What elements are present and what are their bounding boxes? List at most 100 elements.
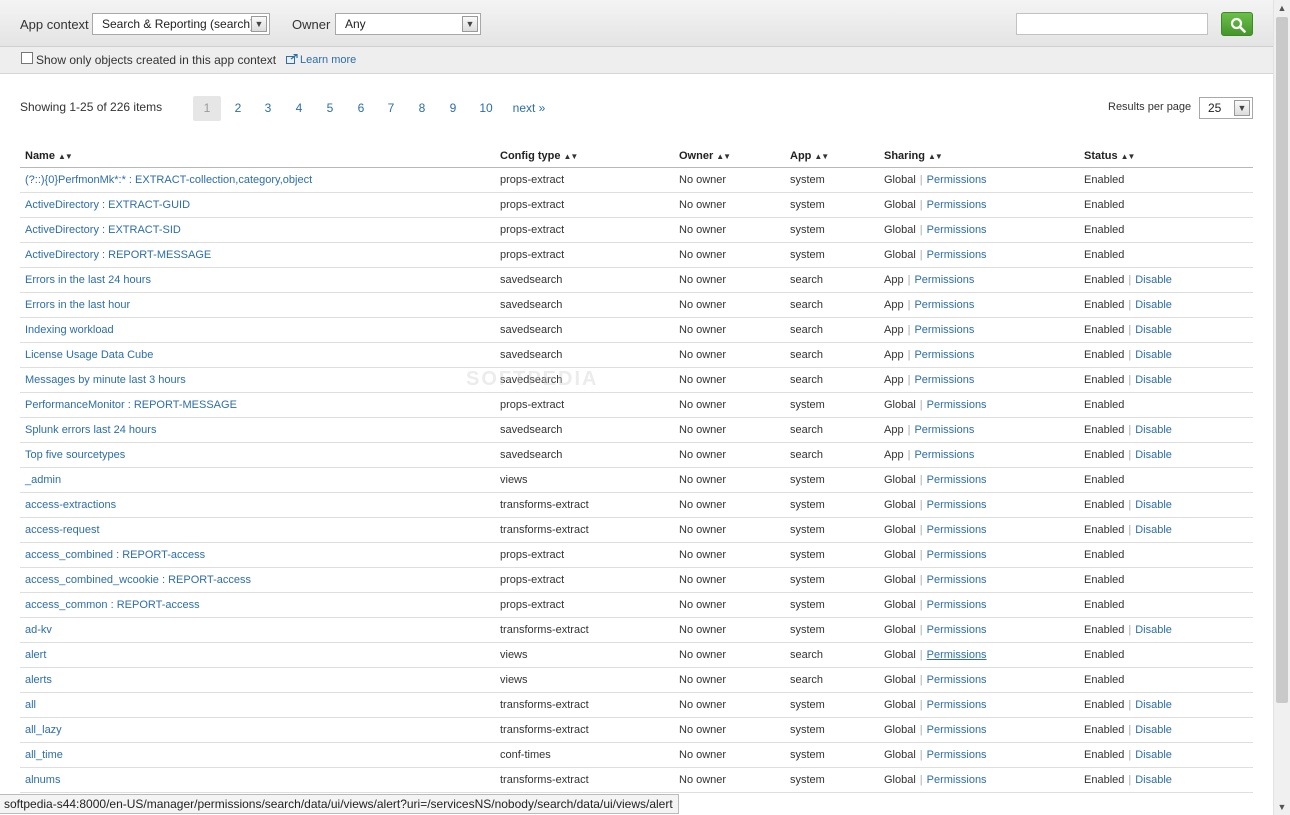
page-9[interactable]: 9 (443, 96, 463, 121)
disable-link[interactable]: Disable (1135, 374, 1172, 386)
permissions-link[interactable]: Permissions (914, 374, 974, 386)
object-name-link[interactable]: access-request (25, 524, 100, 536)
disable-link[interactable]: Disable (1135, 774, 1172, 786)
page-3[interactable]: 3 (258, 96, 278, 121)
disable-link[interactable]: Disable (1135, 749, 1172, 761)
object-name-link[interactable]: alnums (25, 774, 60, 786)
object-name-link[interactable]: ActiveDirectory : EXTRACT-SID (25, 224, 181, 236)
object-name-link[interactable]: (?::){0}PerfmonMk*:* : EXTRACT-collectio… (25, 174, 312, 186)
object-name-link[interactable]: Errors in the last 24 hours (25, 274, 151, 286)
page-6[interactable]: 6 (351, 96, 371, 121)
permissions-link[interactable]: Permissions (927, 699, 987, 711)
permissions-link[interactable]: Permissions (927, 649, 987, 661)
search-input[interactable] (1016, 13, 1208, 35)
page-8[interactable]: 8 (412, 96, 432, 121)
disable-link[interactable]: Disable (1135, 699, 1172, 711)
object-name-link[interactable]: Top five sourcetypes (25, 449, 125, 461)
object-name-link[interactable]: all_time (25, 749, 63, 761)
permissions-link[interactable]: Permissions (927, 624, 987, 636)
object-name-link[interactable]: access_combined : REPORT-access (25, 549, 205, 561)
app-context-select[interactable]: Search & Reporting (search) ▼ (92, 13, 270, 35)
permissions-link[interactable]: Permissions (927, 174, 987, 186)
object-name-link[interactable]: Messages by minute last 3 hours (25, 374, 186, 386)
object-name-link[interactable]: access-extractions (25, 499, 116, 511)
permissions-link[interactable]: Permissions (914, 274, 974, 286)
scroll-up-arrow-icon[interactable]: ▲ (1274, 0, 1290, 16)
disable-link[interactable]: Disable (1135, 449, 1172, 461)
permissions-link[interactable]: Permissions (927, 749, 987, 761)
disable-link[interactable]: Disable (1135, 349, 1172, 361)
object-name-link[interactable]: Splunk errors last 24 hours (25, 424, 156, 436)
status-cell: Enabled | Disable (1079, 442, 1253, 468)
permissions-link[interactable]: Permissions (914, 349, 974, 361)
permissions-link[interactable]: Permissions (914, 324, 974, 336)
separator: | (907, 298, 911, 311)
permissions-link[interactable]: Permissions (927, 224, 987, 236)
page-10[interactable]: 10 (474, 96, 498, 121)
results-per-page-select[interactable]: 25 ▼ (1199, 97, 1253, 119)
permissions-link[interactable]: Permissions (914, 299, 974, 311)
object-name-link[interactable]: ActiveDirectory : REPORT-MESSAGE (25, 249, 211, 261)
sharing-value: App (884, 323, 904, 336)
search-button[interactable] (1221, 12, 1253, 36)
object-name-link[interactable]: Errors in the last hour (25, 299, 130, 311)
permissions-link[interactable]: Permissions (927, 574, 987, 586)
page-4[interactable]: 4 (289, 96, 309, 121)
disable-link[interactable]: Disable (1135, 324, 1172, 336)
sort-arrows-icon: ▲▼ (927, 152, 943, 162)
object-name-link[interactable]: all_lazy (25, 724, 62, 736)
permissions-link[interactable]: Permissions (914, 424, 974, 436)
permissions-link[interactable]: Permissions (927, 199, 987, 211)
permissions-link[interactable]: Permissions (927, 599, 987, 611)
object-name-link[interactable]: alert (25, 649, 46, 661)
object-name-link[interactable]: ActiveDirectory : EXTRACT-GUID (25, 199, 190, 211)
disable-link[interactable]: Disable (1135, 299, 1172, 311)
column-header-config-type[interactable]: Config type ▲▼ (495, 146, 674, 168)
next-page-link[interactable]: next » (508, 96, 550, 121)
disable-link[interactable]: Disable (1135, 274, 1172, 286)
permissions-link[interactable]: Permissions (927, 549, 987, 561)
disable-link[interactable]: Disable (1135, 624, 1172, 636)
permissions-link[interactable]: Permissions (927, 774, 987, 786)
sharing-cell: App | Permissions (879, 367, 1079, 393)
object-name-link[interactable]: access_combined_wcookie : REPORT-access (25, 574, 251, 586)
permissions-link[interactable]: Permissions (927, 249, 987, 261)
object-name-link[interactable]: License Usage Data Cube (25, 349, 153, 361)
scroll-down-arrow-icon[interactable]: ▼ (1274, 799, 1290, 815)
disable-link[interactable]: Disable (1135, 524, 1172, 536)
permissions-link[interactable]: Permissions (927, 399, 987, 411)
owner-select[interactable]: Any ▼ (335, 13, 481, 35)
disable-link[interactable]: Disable (1135, 424, 1172, 436)
permissions-link[interactable]: Permissions (927, 499, 987, 511)
separator: | (1128, 623, 1132, 636)
learn-more-link[interactable]: Learn more (286, 54, 356, 66)
disable-link[interactable]: Disable (1135, 499, 1172, 511)
column-header-owner[interactable]: Owner ▲▼ (674, 146, 785, 168)
column-header-status[interactable]: Status ▲▼ (1079, 146, 1253, 168)
page-2[interactable]: 2 (228, 96, 248, 121)
app-cell: search (785, 667, 879, 693)
object-name-link[interactable]: all (25, 699, 36, 711)
column-header-name[interactable]: Name ▲▼ (20, 146, 495, 168)
page-7[interactable]: 7 (381, 96, 401, 121)
permissions-link[interactable]: Permissions (927, 724, 987, 736)
app-context-only-checkbox[interactable] (21, 52, 33, 64)
object-name-link[interactable]: access_common : REPORT-access (25, 599, 200, 611)
object-name-link[interactable]: alerts (25, 674, 52, 686)
name-cell: all (20, 692, 495, 718)
object-name-link[interactable]: Indexing workload (25, 324, 114, 336)
permissions-link[interactable]: Permissions (927, 524, 987, 536)
object-name-link[interactable]: _admin (25, 474, 61, 486)
permissions-link[interactable]: Permissions (927, 474, 987, 486)
vertical-scrollbar[interactable]: ▲ ▼ (1273, 0, 1290, 815)
permissions-link[interactable]: Permissions (927, 674, 987, 686)
permissions-link[interactable]: Permissions (914, 449, 974, 461)
column-header-app[interactable]: App ▲▼ (785, 146, 879, 168)
object-name-link[interactable]: ad-kv (25, 624, 52, 636)
disable-link[interactable]: Disable (1135, 724, 1172, 736)
page-5[interactable]: 5 (320, 96, 340, 121)
column-header-sharing[interactable]: Sharing ▲▼ (879, 146, 1079, 168)
scroll-thumb[interactable] (1276, 17, 1288, 703)
status-value: Enabled (1084, 523, 1125, 536)
object-name-link[interactable]: PerformanceMonitor : REPORT-MESSAGE (25, 399, 237, 411)
